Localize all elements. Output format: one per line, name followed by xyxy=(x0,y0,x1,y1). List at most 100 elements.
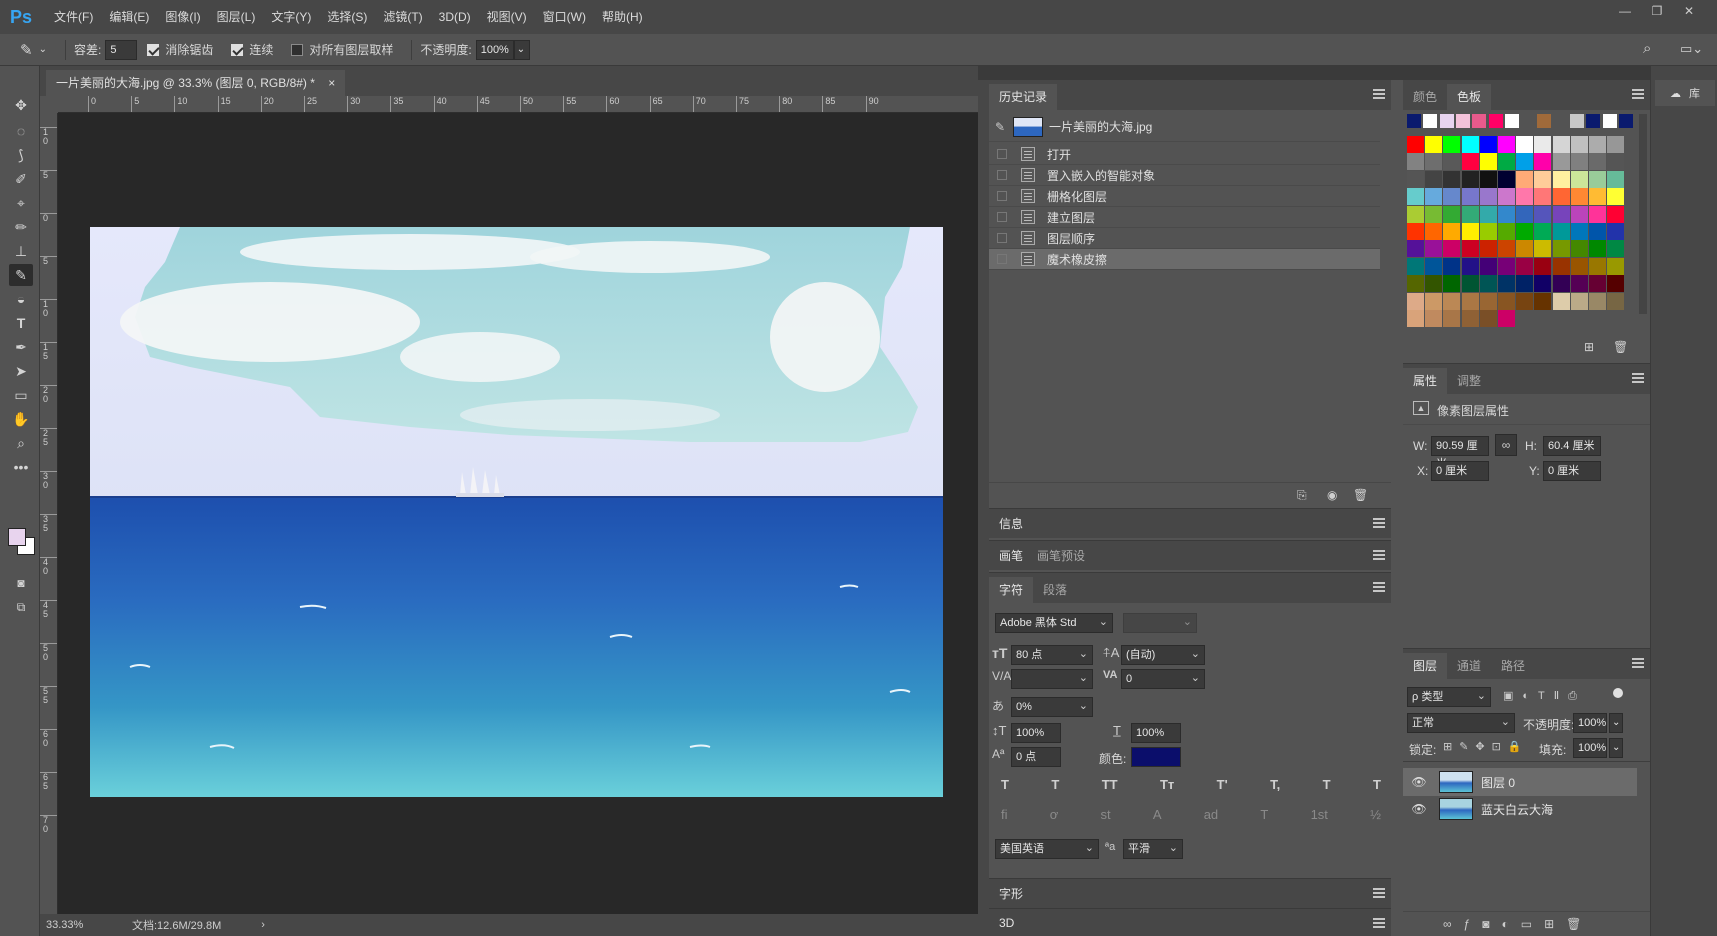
layer-opacity-input[interactable]: 100% xyxy=(1573,713,1607,733)
panel-menu-icon[interactable] xyxy=(1632,658,1644,668)
kerning-input[interactable] xyxy=(1011,669,1093,689)
swatch[interactable] xyxy=(1552,188,1570,206)
tab-3d[interactable]: 3D xyxy=(989,910,1024,936)
panel-menu-icon[interactable] xyxy=(1373,550,1385,560)
menu-item[interactable]: 文字(Y) xyxy=(263,0,319,34)
swatch[interactable] xyxy=(1552,170,1570,188)
swatch[interactable] xyxy=(1498,292,1515,310)
swatch[interactable] xyxy=(1602,114,1617,128)
swatch[interactable] xyxy=(1407,136,1424,153)
swatch[interactable] xyxy=(1534,188,1552,206)
lock-icons[interactable]: ⊞✎✥⊡🔒 xyxy=(1443,740,1529,753)
screen-mode-icon[interactable]: ⧉ xyxy=(9,596,33,618)
history-snapshot[interactable]: ✎ 一片美丽的大海.jpg xyxy=(989,112,1380,142)
swatch[interactable] xyxy=(1589,257,1606,275)
menu-item[interactable]: 视图(V) xyxy=(479,0,535,34)
text-color-swatch[interactable] xyxy=(1131,747,1181,767)
gradient-tool-icon[interactable]: ◒ xyxy=(9,288,33,310)
swatch[interactable] xyxy=(1479,188,1497,206)
x-input[interactable]: 0 厘米 xyxy=(1431,461,1489,481)
swatch[interactable] xyxy=(1407,292,1424,310)
swatch[interactable] xyxy=(1534,170,1552,188)
image-canvas[interactable] xyxy=(90,227,943,797)
leading-input[interactable]: (自动) xyxy=(1121,645,1205,665)
panel-menu-icon[interactable] xyxy=(1632,89,1644,99)
swatch[interactable] xyxy=(1607,153,1625,171)
swatch[interactable] xyxy=(1607,170,1625,188)
swatch[interactable] xyxy=(1607,188,1625,206)
tab-paragraph[interactable]: 段落 xyxy=(1033,577,1077,603)
history-source-box[interactable] xyxy=(997,212,1007,222)
swatch[interactable] xyxy=(1425,275,1443,293)
text-style-button[interactable]: T xyxy=(1323,777,1331,797)
swatch[interactable] xyxy=(1552,153,1570,171)
swatch[interactable] xyxy=(1461,292,1479,310)
swatches-scrollbar[interactable] xyxy=(1639,114,1647,314)
horizontal-scale-input[interactable]: 100% xyxy=(1131,723,1181,743)
ruler-origin[interactable] xyxy=(40,96,58,113)
swatch[interactable] xyxy=(1589,240,1606,258)
swatch[interactable] xyxy=(1570,205,1588,223)
swatch[interactable] xyxy=(1461,275,1479,293)
swatch[interactable] xyxy=(1589,188,1606,206)
swatch[interactable] xyxy=(1570,223,1588,240)
swatch[interactable] xyxy=(1589,170,1606,188)
swatch[interactable] xyxy=(1443,205,1461,223)
swatch[interactable] xyxy=(1407,188,1424,206)
swatch[interactable] xyxy=(1407,153,1424,171)
swatch[interactable] xyxy=(1443,292,1461,310)
layer-filter-select[interactable]: ρ 类型 xyxy=(1407,687,1491,707)
type-tool-icon[interactable]: T xyxy=(9,312,33,334)
tracking-input[interactable]: 0 xyxy=(1121,669,1205,689)
swatch[interactable] xyxy=(1589,292,1606,310)
swatch[interactable] xyxy=(1589,223,1606,240)
swatch[interactable] xyxy=(1534,275,1552,293)
text-style-button[interactable]: Tт xyxy=(1160,777,1174,797)
swatch[interactable] xyxy=(1479,275,1497,293)
swatch[interactable] xyxy=(1534,153,1552,171)
layer-row[interactable]: 👁 图层 0 xyxy=(1403,768,1637,796)
swatch[interactable] xyxy=(1443,310,1461,327)
menu-item[interactable]: 文件(F) xyxy=(46,0,101,34)
swatch[interactable] xyxy=(1488,114,1503,128)
close-window-button[interactable]: ✕ xyxy=(1674,0,1704,22)
3d-panel-header[interactable]: 3D xyxy=(989,908,1391,936)
swatch[interactable] xyxy=(1443,223,1461,240)
swatch[interactable] xyxy=(1607,257,1625,275)
swatch[interactable] xyxy=(1479,257,1497,275)
antialias-select[interactable]: 平滑 xyxy=(1123,839,1183,859)
swatch[interactable] xyxy=(1552,136,1570,153)
move-tool-icon[interactable]: ✥ xyxy=(9,94,33,116)
fill-dropdown[interactable]: ⌄ xyxy=(1609,738,1623,758)
swatch[interactable] xyxy=(1552,205,1570,223)
tool-preset-picker[interactable]: ✎ ⌄ xyxy=(20,41,47,59)
swatch[interactable] xyxy=(1407,240,1424,258)
history-item[interactable]: 打开 xyxy=(989,144,1380,165)
history-source-box[interactable] xyxy=(997,233,1007,243)
swatch[interactable] xyxy=(1407,223,1424,240)
swatch[interactable] xyxy=(1534,205,1552,223)
swatch[interactable] xyxy=(1443,188,1461,206)
menu-item[interactable]: 图层(L) xyxy=(209,0,264,34)
swatch[interactable] xyxy=(1443,275,1461,293)
font-size-input[interactable]: 80 点 xyxy=(1011,645,1093,665)
swatch[interactable] xyxy=(1407,310,1424,327)
swatch[interactable] xyxy=(1425,310,1443,327)
font-family-select[interactable]: Adobe 黑体 Std xyxy=(995,613,1113,633)
swatch[interactable] xyxy=(1423,114,1438,128)
text-style-button[interactable]: T xyxy=(1051,777,1059,797)
brush-panel-header[interactable]: 画笔 画笔预设 xyxy=(989,540,1391,570)
brush-tool-icon[interactable]: ✏ xyxy=(9,216,33,238)
history-item[interactable]: 建立图层 xyxy=(989,207,1380,228)
swatch[interactable] xyxy=(1425,240,1443,258)
swatch[interactable] xyxy=(1618,114,1633,128)
swatch[interactable] xyxy=(1407,205,1424,223)
swatch[interactable] xyxy=(1472,114,1487,128)
rectangle-tool-icon[interactable]: ▭ xyxy=(9,384,33,406)
marquee-tool-icon[interactable]: ◌ xyxy=(9,120,33,142)
swatch[interactable] xyxy=(1461,223,1479,240)
swatch[interactable] xyxy=(1570,292,1588,310)
panel-menu-icon[interactable] xyxy=(1632,373,1644,383)
opentype-button[interactable]: 1st xyxy=(1311,807,1328,827)
tab-brush-presets[interactable]: 画笔预设 xyxy=(1027,543,1095,569)
